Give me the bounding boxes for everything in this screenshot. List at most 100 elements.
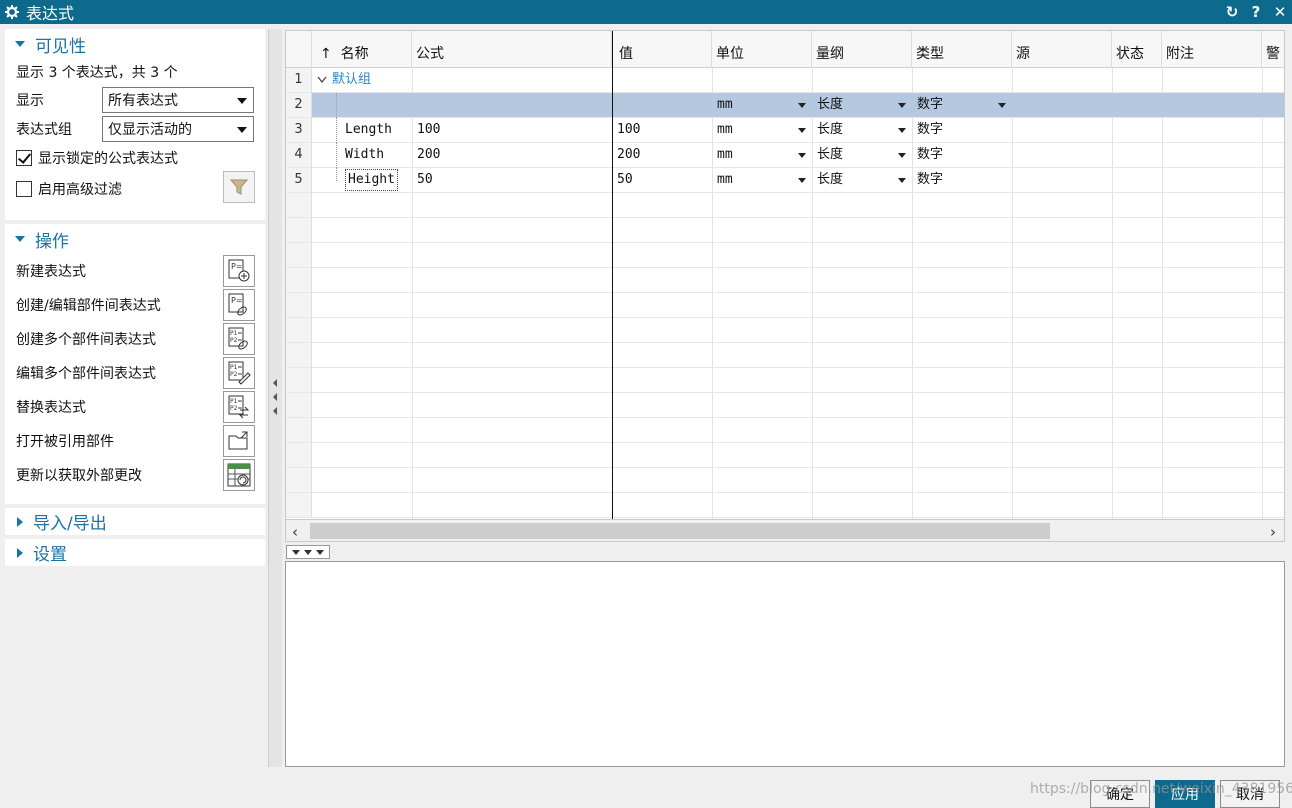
show-dropdown[interactable]: 所有表达式	[102, 86, 254, 113]
row-number[interactable]	[286, 293, 312, 317]
table-row[interactable]	[286, 218, 1284, 243]
expression-formula[interactable]	[414, 93, 417, 117]
column-header-value[interactable]: 值	[612, 31, 712, 68]
dropdown-caret-icon[interactable]	[798, 128, 806, 133]
unit-dropdown[interactable]: mm	[714, 143, 733, 167]
interpart-link-icon[interactable]: P=	[223, 289, 255, 321]
row-number[interactable]	[286, 468, 312, 492]
row-number[interactable]: 1	[286, 68, 312, 92]
import-export-section-header[interactable]: 导入/导出	[5, 508, 265, 535]
dropdown-caret-icon[interactable]	[998, 103, 1006, 108]
dropdown-caret-icon[interactable]	[798, 153, 806, 158]
dropdown-caret-icon[interactable]	[898, 103, 906, 108]
table-row[interactable]	[286, 293, 1284, 318]
expression-formula[interactable]: 50	[414, 168, 433, 192]
table-row[interactable]: 3 Length 100 100 mm 长度 数字	[286, 118, 1284, 143]
scroll-right-icon[interactable]: ›	[1270, 523, 1276, 541]
apply-button[interactable]: 应用	[1155, 780, 1215, 808]
group-dropdown[interactable]: 仅显示活动的	[102, 115, 254, 142]
panel-splitter[interactable]	[268, 29, 282, 767]
row-number[interactable]	[286, 243, 312, 267]
expression-formula[interactable]: 100	[414, 118, 440, 142]
table-row[interactable]	[286, 243, 1284, 268]
visibility-section-header[interactable]: 可见性	[5, 29, 265, 59]
row-number[interactable]	[286, 443, 312, 467]
table-row[interactable]	[286, 393, 1284, 418]
multi-interpart-icon[interactable]: P1= P2=	[223, 323, 255, 355]
scroll-left-icon[interactable]: ‹	[292, 523, 298, 541]
close-icon[interactable]: ✕	[1272, 3, 1288, 21]
expression-name[interactable]: Width	[342, 143, 384, 167]
expression-name[interactable]: Length	[342, 118, 392, 142]
dimension-dropdown[interactable]: 长度	[814, 168, 843, 192]
cancel-button[interactable]: 取消	[1220, 780, 1280, 808]
settings-section-header[interactable]: 设置	[5, 539, 265, 566]
show-locked-checkbox[interactable]	[16, 149, 32, 166]
dropdown-caret-icon[interactable]	[898, 178, 906, 183]
dropdown-caret-icon[interactable]	[798, 103, 806, 108]
column-header-unit[interactable]: 单位	[712, 31, 812, 68]
table-row[interactable]	[286, 343, 1284, 368]
row-number[interactable]	[286, 493, 312, 517]
dimension-dropdown[interactable]: 长度	[814, 93, 843, 117]
replace-expression-icon[interactable]: P1= P2=	[223, 391, 255, 423]
chevron-down-icon[interactable]	[314, 68, 327, 92]
table-row[interactable]	[286, 493, 1284, 518]
scrollbar-thumb[interactable]	[310, 523, 1050, 539]
collapse-panel-icon[interactable]	[273, 379, 277, 415]
table-row[interactable]	[286, 418, 1284, 443]
dropdown-caret-icon[interactable]	[898, 153, 906, 158]
dropdown-caret-icon[interactable]	[798, 178, 806, 183]
type-cell[interactable]: 数字	[914, 93, 943, 117]
expression-name[interactable]: Height	[342, 168, 398, 192]
reset-icon[interactable]: ↻	[1224, 3, 1240, 21]
row-number[interactable]	[286, 368, 312, 392]
table-row[interactable]	[286, 468, 1284, 493]
update-external-icon[interactable]	[223, 459, 255, 491]
table-row[interactable]: 4 Width 200 200 mm 长度 数字	[286, 143, 1284, 168]
help-icon[interactable]: ?	[1248, 3, 1264, 21]
row-number[interactable]	[286, 343, 312, 367]
table-row[interactable]: 5 Height 50 50 mm 长度 数字	[286, 168, 1284, 193]
column-header-source[interactable]: 源	[1012, 31, 1112, 68]
table-row[interactable]: 2 mm 长度 数字	[286, 93, 1284, 118]
row-number[interactable]	[286, 193, 312, 217]
row-number[interactable]	[286, 218, 312, 242]
edit-multi-interpart-icon[interactable]: P1= P2=	[223, 357, 255, 389]
unit-dropdown[interactable]: mm	[714, 93, 733, 117]
table-row[interactable]	[286, 318, 1284, 343]
row-number[interactable]	[286, 268, 312, 292]
column-header-warning[interactable]: 警	[1262, 31, 1284, 68]
table-row[interactable]: 1 默认组	[286, 68, 1284, 93]
collapse-detail-icon[interactable]	[286, 545, 330, 559]
open-referenced-part-icon[interactable]	[223, 425, 255, 457]
row-number[interactable]	[286, 418, 312, 442]
dimension-dropdown[interactable]: 长度	[814, 118, 843, 142]
table-row[interactable]	[286, 368, 1284, 393]
dropdown-caret-icon[interactable]	[898, 128, 906, 133]
dimension-dropdown[interactable]: 长度	[814, 143, 843, 167]
advanced-filter-checkbox[interactable]	[16, 181, 32, 197]
expression-formula[interactable]: 200	[414, 143, 440, 167]
column-header-status[interactable]: 状态	[1112, 31, 1162, 68]
column-header-type[interactable]: 类型	[912, 31, 1012, 68]
table-row[interactable]	[286, 443, 1284, 468]
column-header-dimension[interactable]: 量纲	[812, 31, 912, 68]
table-row[interactable]	[286, 193, 1284, 218]
row-number[interactable]	[286, 318, 312, 342]
row-number[interactable]: 5	[286, 168, 312, 192]
new-expression-icon[interactable]: P=	[223, 255, 255, 287]
column-header-note[interactable]: 附注	[1162, 31, 1262, 68]
ok-button[interactable]: 确定	[1090, 780, 1150, 808]
row-number[interactable]: 3	[286, 118, 312, 142]
funnel-filter-icon[interactable]	[223, 171, 255, 203]
row-number[interactable]: 4	[286, 143, 312, 167]
column-header-formula[interactable]: 公式	[412, 31, 612, 68]
row-number[interactable]	[286, 393, 312, 417]
unit-dropdown[interactable]: mm	[714, 168, 733, 192]
operations-section-header[interactable]: 操作	[5, 224, 265, 254]
group-name[interactable]: 默认组	[329, 68, 371, 92]
horizontal-scrollbar[interactable]: ‹ ›	[285, 520, 1285, 542]
column-header-name[interactable]: ↑ 名称	[312, 31, 412, 68]
frozen-column-divider[interactable]	[612, 31, 613, 519]
